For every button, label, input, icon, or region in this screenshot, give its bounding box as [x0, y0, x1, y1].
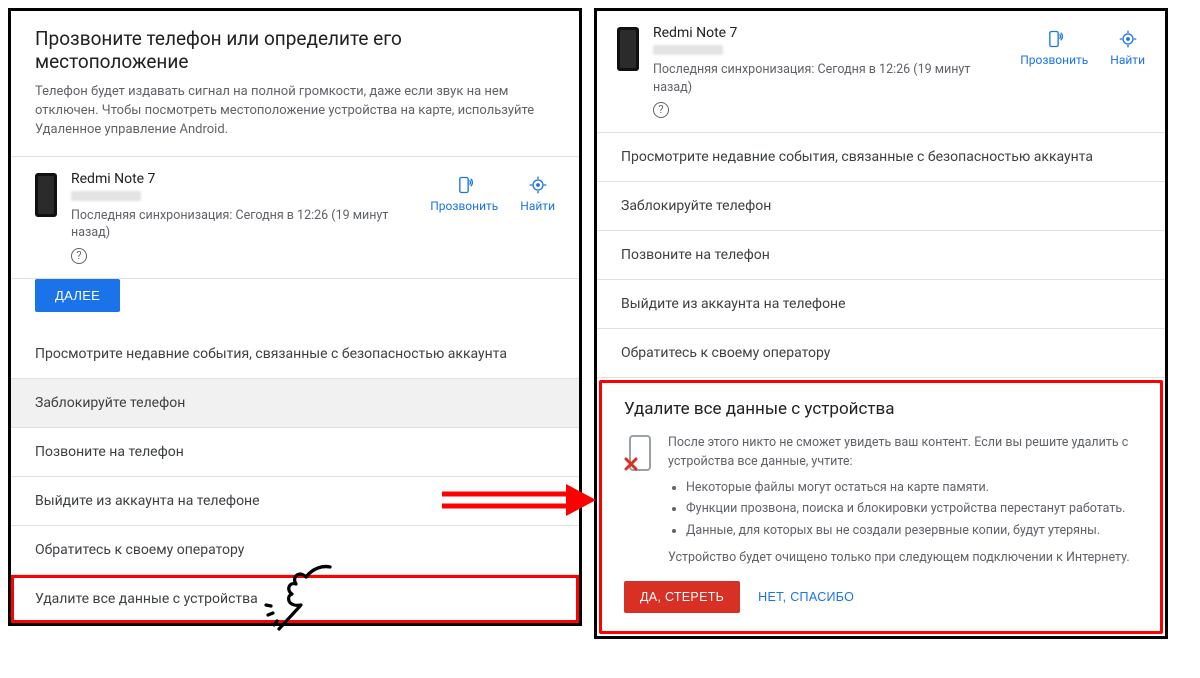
row-call-phone[interactable]: Позвоните на телефон — [11, 428, 579, 477]
row-security-events[interactable]: Просмотрите недавние события, связанные … — [11, 330, 579, 379]
ring-button[interactable]: Прозвонить — [1020, 29, 1088, 67]
left-panel: Прозвоните телефон или определите его ме… — [8, 8, 582, 626]
device-sync: Последняя синхронизация: Сегодня в 12:26… — [653, 61, 1006, 118]
device-row: Redmi Note 7 Последняя синхронизация: Се… — [597, 11, 1165, 133]
device-sync: Последняя синхронизация: Сегодня в 12:26… — [71, 207, 416, 264]
row-security-events[interactable]: Просмотрите недавние события, связанные … — [597, 133, 1165, 182]
erase-cancel-button[interactable]: НЕТ, СПАСИБО — [758, 590, 854, 604]
device-name: Redmi Note 7 — [653, 25, 1006, 41]
device-model-blur — [653, 45, 723, 55]
locate-icon — [528, 175, 548, 195]
phone-ring-icon — [454, 175, 474, 195]
row-sign-out[interactable]: Выйдите из аккаунта на телефоне — [11, 477, 579, 526]
erase-bullet: Данные, для которых вы не создали резерв… — [686, 521, 1138, 540]
help-icon[interactable]: ? — [653, 102, 669, 118]
row-contact-carrier[interactable]: Обратитесь к своему оператору — [11, 526, 579, 575]
device-info: Redmi Note 7 Последняя синхронизация: Се… — [653, 25, 1006, 118]
page-title: Прозвоните телефон или определите его ме… — [35, 27, 555, 73]
erase-panel: Удалите все данные с устройства После эт… — [602, 383, 1160, 631]
help-icon[interactable]: ? — [71, 248, 87, 264]
row-call-phone[interactable]: Позвоните на телефон — [597, 231, 1165, 280]
erase-bullet: Функции прозвона, поиска и блокировки ус… — [686, 499, 1138, 518]
device-actions: Прозвонить Найти — [1020, 25, 1145, 67]
erase-bullet: Некоторые файлы могут остаться на карте … — [686, 478, 1138, 497]
row-lock-phone[interactable]: Заблокируйте телефон — [597, 182, 1165, 231]
erase-confirm-button[interactable]: ДА, СТЕРЕТЬ — [624, 581, 740, 613]
row-erase-device[interactable]: Удалите все данные с устройства — [11, 575, 579, 623]
device-row: Redmi Note 7 Последняя синхронизация: Се… — [11, 157, 579, 279]
find-button[interactable]: Найти — [1110, 29, 1145, 67]
erase-phone-icon — [624, 435, 652, 567]
erase-title: Удалите все данные с устройства — [624, 399, 1138, 419]
phone-ring-icon — [1044, 29, 1064, 49]
ring-button[interactable]: Прозвонить — [430, 175, 498, 213]
locate-icon — [1118, 29, 1138, 49]
row-lock-phone[interactable]: Заблокируйте телефон — [11, 379, 579, 428]
device-model-blur — [71, 191, 141, 201]
row-contact-carrier[interactable]: Обратитесь к своему оператору — [597, 329, 1165, 378]
device-actions: Прозвонить Найти — [430, 171, 555, 213]
right-panel: Redmi Note 7 Последняя синхронизация: Се… — [594, 8, 1168, 639]
next-wrap: ДАЛЕЕ — [11, 279, 579, 330]
erase-text: После этого никто не сможет увидеть ваш … — [668, 433, 1138, 567]
phone-icon — [617, 27, 639, 71]
phone-icon — [35, 173, 57, 217]
device-name: Redmi Note 7 — [71, 171, 416, 187]
page-description: Телефон будет издавать сигнал на полной … — [35, 83, 555, 140]
next-button[interactable]: ДАЛЕЕ — [35, 279, 120, 312]
row-sign-out[interactable]: Выйдите из аккаунта на телефоне — [597, 280, 1165, 329]
device-info: Redmi Note 7 Последняя синхронизация: Се… — [71, 171, 416, 264]
header-section: Прозвоните телефон или определите его ме… — [11, 11, 579, 157]
find-button[interactable]: Найти — [520, 175, 555, 213]
erase-highlight-frame: Удалите все данные с устройства После эт… — [599, 380, 1163, 634]
